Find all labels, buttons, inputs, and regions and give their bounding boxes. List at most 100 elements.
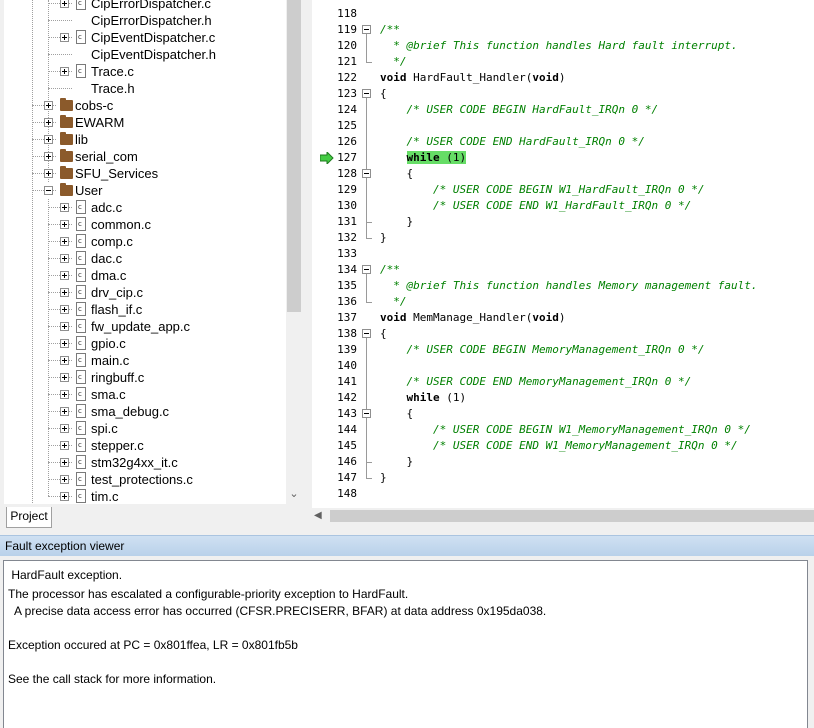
expand-plus-icon[interactable] xyxy=(60,67,69,76)
code-line[interactable]: 139 /* USER CODE BEGIN MemoryManagement_… xyxy=(312,342,814,358)
tree-folder-item[interactable]: User xyxy=(4,182,286,199)
fold-collapse-icon[interactable] xyxy=(362,329,371,338)
code-line[interactable]: 132} xyxy=(312,230,814,246)
tree-folder-item[interactable]: EWARM xyxy=(4,114,286,131)
code-line[interactable]: 129 /* USER CODE BEGIN W1_HardFault_IRQn… xyxy=(312,182,814,198)
tree-file-item[interactable]: CipErrorDispatcher.h xyxy=(4,12,286,29)
code-line[interactable]: 127 while (1) xyxy=(312,150,814,166)
expand-plus-icon[interactable] xyxy=(44,135,53,144)
tree-file-item[interactable]: stm32g4xx_it.c xyxy=(4,454,286,471)
code-line[interactable]: 142 while (1) xyxy=(312,390,814,406)
code-line[interactable]: 119 /** xyxy=(312,22,814,38)
code-line[interactable]: 148 xyxy=(312,486,814,502)
tree-file-item[interactable]: CipEventDispatcher.h xyxy=(4,46,286,63)
expand-plus-icon[interactable] xyxy=(60,356,69,365)
expand-plus-icon[interactable] xyxy=(60,407,69,416)
tree-file-item[interactable]: fw_update_app.c xyxy=(4,318,286,335)
code-line[interactable]: 147} xyxy=(312,470,814,486)
code-line[interactable]: 136 */ xyxy=(312,294,814,310)
expand-plus-icon[interactable] xyxy=(60,424,69,433)
tree-folder-item[interactable]: SFU_Services xyxy=(4,165,286,182)
project-tree[interactable]: CipErrorDispatcher.c CipErrorDispatcher.h… xyxy=(4,0,287,504)
scroll-down-arrow-icon[interactable]: ⌄ xyxy=(286,488,302,500)
tree-file-item[interactable]: ringbuff.c xyxy=(4,369,286,386)
code-line[interactable]: 138 { xyxy=(312,326,814,342)
fold-collapse-icon[interactable] xyxy=(362,265,371,274)
tree-file-item[interactable]: sma_debug.c xyxy=(4,403,286,420)
fault-viewer-output[interactable]: HardFault exception. The processor has es… xyxy=(3,560,808,728)
tree-file-item[interactable]: Trace.c xyxy=(4,63,286,80)
expand-plus-icon[interactable] xyxy=(60,373,69,382)
code-line[interactable]: 137 void MemManage_Handler(void) xyxy=(312,310,814,326)
fold-collapse-icon[interactable] xyxy=(362,25,371,34)
tree-file-item[interactable]: comp.c xyxy=(4,233,286,250)
editor-scroll-thumb[interactable] xyxy=(330,510,814,522)
fold-collapse-icon[interactable] xyxy=(362,169,371,178)
expand-plus-icon[interactable] xyxy=(60,475,69,484)
code-line[interactable]: 140 xyxy=(312,358,814,374)
code-line[interactable]: 141 /* USER CODE END MemoryManagement_IR… xyxy=(312,374,814,390)
tree-folder-item[interactable]: cobs-c xyxy=(4,97,286,114)
tree-file-item[interactable]: adc.c xyxy=(4,199,286,216)
code-line[interactable]: 118 xyxy=(312,6,814,22)
code-line[interactable]: 131 } xyxy=(312,214,814,230)
tree-file-item[interactable]: test_protections.c xyxy=(4,471,286,488)
code-line[interactable]: 145 /* USER CODE END W1_MemoryManagement… xyxy=(312,438,814,454)
tree-file-item[interactable]: stepper.c xyxy=(4,437,286,454)
expand-plus-icon[interactable] xyxy=(60,254,69,263)
tree-file-item[interactable]: spi.c xyxy=(4,420,286,437)
code-line[interactable]: 126 /* USER CODE END HardFault_IRQn 0 */ xyxy=(312,134,814,150)
expand-plus-icon[interactable] xyxy=(60,33,69,42)
code-line[interactable]: 120 * @brief This function handles Hard … xyxy=(312,38,814,54)
expand-plus-icon[interactable] xyxy=(44,101,53,110)
tree-file-item[interactable]: CipErrorDispatcher.c xyxy=(4,0,286,12)
expand-plus-icon[interactable] xyxy=(60,305,69,314)
expand-plus-icon[interactable] xyxy=(60,271,69,280)
tree-file-item[interactable]: flash_if.c xyxy=(4,301,286,318)
collapse-minus-icon[interactable] xyxy=(44,186,53,195)
tree-vertical-scrollbar[interactable]: ⌄ xyxy=(286,0,302,504)
tree-folder-item[interactable]: serial_com xyxy=(4,148,286,165)
code-line[interactable]: 134 /** xyxy=(312,262,814,278)
code-line[interactable]: 135 * @brief This function handles Memor… xyxy=(312,278,814,294)
tree-file-item[interactable]: Trace.h xyxy=(4,80,286,97)
expand-plus-icon[interactable] xyxy=(60,322,69,331)
tree-file-item[interactable]: gpio.c xyxy=(4,335,286,352)
expand-plus-icon[interactable] xyxy=(60,339,69,348)
code-line[interactable]: 124 /* USER CODE BEGIN HardFault_IRQn 0 … xyxy=(312,102,814,118)
code-line[interactable]: 143 { xyxy=(312,406,814,422)
code-line[interactable]: 122 void HardFault_Handler(void) xyxy=(312,70,814,86)
expand-plus-icon[interactable] xyxy=(60,220,69,229)
tab-project[interactable]: Project xyxy=(6,507,52,528)
code-line[interactable]: 128 { xyxy=(312,166,814,182)
code-line[interactable]: 123 { xyxy=(312,86,814,102)
tree-scroll-thumb[interactable] xyxy=(287,0,301,312)
expand-plus-icon[interactable] xyxy=(60,458,69,467)
tree-file-item[interactable]: dma.c xyxy=(4,267,286,284)
fold-collapse-icon[interactable] xyxy=(362,409,371,418)
code-line[interactable]: 130 /* USER CODE END W1_HardFault_IRQn 0… xyxy=(312,198,814,214)
tree-file-item[interactable]: drv_cip.c xyxy=(4,284,286,301)
scroll-left-arrow-icon[interactable]: ◀ xyxy=(314,508,326,524)
fold-collapse-icon[interactable] xyxy=(362,89,371,98)
expand-plus-icon[interactable] xyxy=(60,0,69,8)
code-line[interactable]: 121 */ xyxy=(312,54,814,70)
code-editor[interactable]: 118 119 /** 120 * @brief This function hand… xyxy=(312,0,814,508)
tree-file-item[interactable]: dac.c xyxy=(4,250,286,267)
expand-plus-icon[interactable] xyxy=(44,152,53,161)
tree-file-item[interactable]: main.c xyxy=(4,352,286,369)
tree-file-item[interactable]: tim.c xyxy=(4,488,286,504)
expand-plus-icon[interactable] xyxy=(44,118,53,127)
tree-file-item[interactable]: CipEventDispatcher.c xyxy=(4,29,286,46)
code-line[interactable]: 133 xyxy=(312,246,814,262)
code-line[interactable]: 125 xyxy=(312,118,814,134)
tree-file-item[interactable]: common.c xyxy=(4,216,286,233)
editor-horizontal-scrollbar[interactable]: ◀ xyxy=(312,508,814,524)
expand-plus-icon[interactable] xyxy=(60,237,69,246)
tree-file-item[interactable]: sma.c xyxy=(4,386,286,403)
expand-plus-icon[interactable] xyxy=(60,492,69,501)
code-line[interactable]: 146 } xyxy=(312,454,814,470)
code-line[interactable]: 144 /* USER CODE BEGIN W1_MemoryManageme… xyxy=(312,422,814,438)
expand-plus-icon[interactable] xyxy=(44,169,53,178)
expand-plus-icon[interactable] xyxy=(60,203,69,212)
